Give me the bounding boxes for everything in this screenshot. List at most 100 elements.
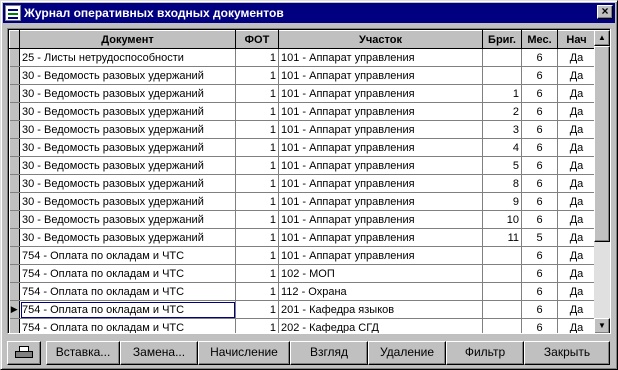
cell-document[interactable]: 25 - Листы нетрудоспособности — [19, 48, 236, 67]
cell-month[interactable]: 6 — [521, 48, 558, 67]
cell-brigade[interactable] — [482, 300, 522, 319]
cell-accrual[interactable]: Да — [557, 210, 596, 229]
column-header-fot[interactable]: ФОТ — [235, 30, 279, 49]
table-row[interactable]: ▶ 754 - Оплата по окладам и ЧТС 1 201 - Каф… — [9, 300, 596, 319]
table-row[interactable]: 30 - Ведомость разовых удержаний 1 101 - А… — [9, 228, 596, 247]
replace-button[interactable]: Замена... — [120, 341, 198, 365]
cell-document[interactable]: 30 - Ведомость разовых удержаний — [19, 84, 236, 103]
cell-document[interactable]: 30 - Ведомость разовых удержаний — [19, 66, 236, 85]
cell-fot[interactable]: 1 — [235, 300, 279, 319]
cell-brigade[interactable]: 10 — [482, 210, 522, 229]
insert-button[interactable]: Вставка... — [46, 341, 120, 365]
scroll-down-button[interactable]: ▼ — [594, 318, 610, 333]
cell-document[interactable]: 30 - Ведомость разовых удержаний — [19, 138, 236, 157]
table-row[interactable]: 30 - Ведомость разовых удержаний 1 101 - А… — [9, 102, 596, 121]
cell-document[interactable]: 754 - Оплата по окладам и ЧТС — [19, 282, 236, 301]
cell-month[interactable]: 6 — [521, 174, 558, 193]
cell-document[interactable]: 754 - Оплата по окладам и ЧТС — [19, 318, 236, 333]
scroll-up-button[interactable]: ▲ — [594, 30, 610, 46]
cell-site[interactable]: 101 - Аппарат управления — [278, 192, 483, 211]
cell-brigade[interactable] — [482, 318, 522, 333]
cell-document[interactable]: 754 - Оплата по окладам и ЧТС — [19, 264, 236, 283]
table-row[interactable]: 30 - Ведомость разовых удержаний 1 101 - А… — [9, 120, 596, 139]
cell-site[interactable]: 202 - Кафедра СГД — [278, 318, 483, 333]
scroll-thumb[interactable] — [594, 46, 610, 242]
cell-accrual[interactable]: Да — [557, 174, 596, 193]
cell-accrual[interactable]: Да — [557, 228, 596, 247]
table-row[interactable]: 30 - Ведомость разовых удержаний 1 101 - А… — [9, 174, 596, 193]
cell-site[interactable]: 101 - Аппарат управления — [278, 174, 483, 193]
cell-accrual[interactable]: Да — [557, 138, 596, 157]
table-row[interactable]: 754 - Оплата по окладам и ЧТС 1 112 - Охра… — [9, 282, 596, 301]
cell-month[interactable]: 6 — [521, 210, 558, 229]
cell-brigade[interactable] — [482, 282, 522, 301]
table-row[interactable]: 30 - Ведомость разовых удержаний 1 101 - А… — [9, 156, 596, 175]
cell-site[interactable]: 102 - МОП — [278, 264, 483, 283]
cell-site[interactable]: 101 - Аппарат управления — [278, 84, 483, 103]
cell-brigade[interactable]: 11 — [482, 228, 522, 247]
cell-fot[interactable]: 1 — [235, 102, 279, 121]
cell-fot[interactable]: 1 — [235, 174, 279, 193]
cell-month[interactable]: 6 — [521, 282, 558, 301]
cell-site[interactable]: 101 - Аппарат управления — [278, 210, 483, 229]
cell-site[interactable]: 101 - Аппарат управления — [278, 102, 483, 121]
table-row[interactable]: 30 - Ведомость разовых удержаний 1 101 - А… — [9, 192, 596, 211]
cell-site[interactable]: 101 - Аппарат управления — [278, 228, 483, 247]
cell-document[interactable]: 30 - Ведомость разовых удержаний — [19, 102, 236, 121]
cell-site[interactable]: 101 - Аппарат управления — [278, 246, 483, 265]
cell-month[interactable]: 6 — [521, 120, 558, 139]
table-row[interactable]: 30 - Ведомость разовых удержаний 1 101 - А… — [9, 66, 596, 85]
cell-month[interactable]: 6 — [521, 318, 558, 333]
print-button[interactable] — [7, 341, 41, 365]
table-row[interactable]: 754 - Оплата по окладам и ЧТС 1 202 - Кафе… — [9, 318, 596, 333]
table-row[interactable]: 754 - Оплата по окладам и ЧТС 1 102 - МОП 6… — [9, 264, 596, 283]
table-row[interactable]: 30 - Ведомость разовых удержаний 1 101 - А… — [9, 210, 596, 229]
cell-site[interactable]: 101 - Аппарат управления — [278, 48, 483, 67]
cell-accrual[interactable]: Да — [557, 264, 596, 283]
column-header-month[interactable]: Мес. — [521, 30, 558, 49]
cell-fot[interactable]: 1 — [235, 228, 279, 247]
table-row[interactable]: 30 - Ведомость разовых удержаний 1 101 - А… — [9, 84, 596, 103]
cell-fot[interactable]: 1 — [235, 48, 279, 67]
cell-brigade[interactable]: 4 — [482, 138, 522, 157]
cell-month[interactable]: 6 — [521, 84, 558, 103]
cell-site[interactable]: 101 - Аппарат управления — [278, 120, 483, 139]
cell-fot[interactable]: 1 — [235, 84, 279, 103]
cell-fot[interactable]: 1 — [235, 264, 279, 283]
cell-fot[interactable]: 1 — [235, 156, 279, 175]
cell-document[interactable]: 30 - Ведомость разовых удержаний — [19, 156, 236, 175]
vertical-scrollbar[interactable]: ▲ ▼ — [594, 30, 610, 333]
cell-site[interactable]: 101 - Аппарат управления — [278, 138, 483, 157]
cell-brigade[interactable]: 1 — [482, 84, 522, 103]
cell-accrual[interactable]: Да — [557, 48, 596, 67]
view-button[interactable]: Взгляд — [290, 341, 368, 365]
column-header-site[interactable]: Участок — [278, 30, 483, 49]
cell-month[interactable]: 6 — [521, 156, 558, 175]
cell-brigade[interactable] — [482, 264, 522, 283]
table-row[interactable]: 754 - Оплата по окладам и ЧТС 1 101 - Аппа… — [9, 246, 596, 265]
cell-brigade[interactable]: 5 — [482, 156, 522, 175]
cell-accrual[interactable]: Да — [557, 120, 596, 139]
cell-brigade[interactable]: 3 — [482, 120, 522, 139]
cell-accrual[interactable]: Да — [557, 246, 596, 265]
cell-document[interactable]: 754 - Оплата по окладам и ЧТС — [19, 300, 236, 319]
accrual-button[interactable]: Начисление — [198, 341, 290, 365]
cell-accrual[interactable]: Да — [557, 102, 596, 121]
cell-fot[interactable]: 1 — [235, 120, 279, 139]
cell-accrual[interactable]: Да — [557, 318, 596, 333]
cell-accrual[interactable]: Да — [557, 300, 596, 319]
cell-brigade[interactable]: 9 — [482, 192, 522, 211]
cell-fot[interactable]: 1 — [235, 318, 279, 333]
cell-brigade[interactable] — [482, 66, 522, 85]
cell-month[interactable]: 6 — [521, 138, 558, 157]
cell-accrual[interactable]: Да — [557, 192, 596, 211]
cell-document[interactable]: 30 - Ведомость разовых удержаний — [19, 228, 236, 247]
cell-document[interactable]: 30 - Ведомость разовых удержаний — [19, 210, 236, 229]
cell-accrual[interactable]: Да — [557, 66, 596, 85]
app-icon[interactable] — [5, 5, 21, 21]
cell-document[interactable]: 30 - Ведомость разовых удержаний — [19, 192, 236, 211]
cell-brigade[interactable]: 8 — [482, 174, 522, 193]
cell-month[interactable]: 5 — [521, 228, 558, 247]
cell-accrual[interactable]: Да — [557, 156, 596, 175]
cell-document[interactable]: 30 - Ведомость разовых удержаний — [19, 174, 236, 193]
